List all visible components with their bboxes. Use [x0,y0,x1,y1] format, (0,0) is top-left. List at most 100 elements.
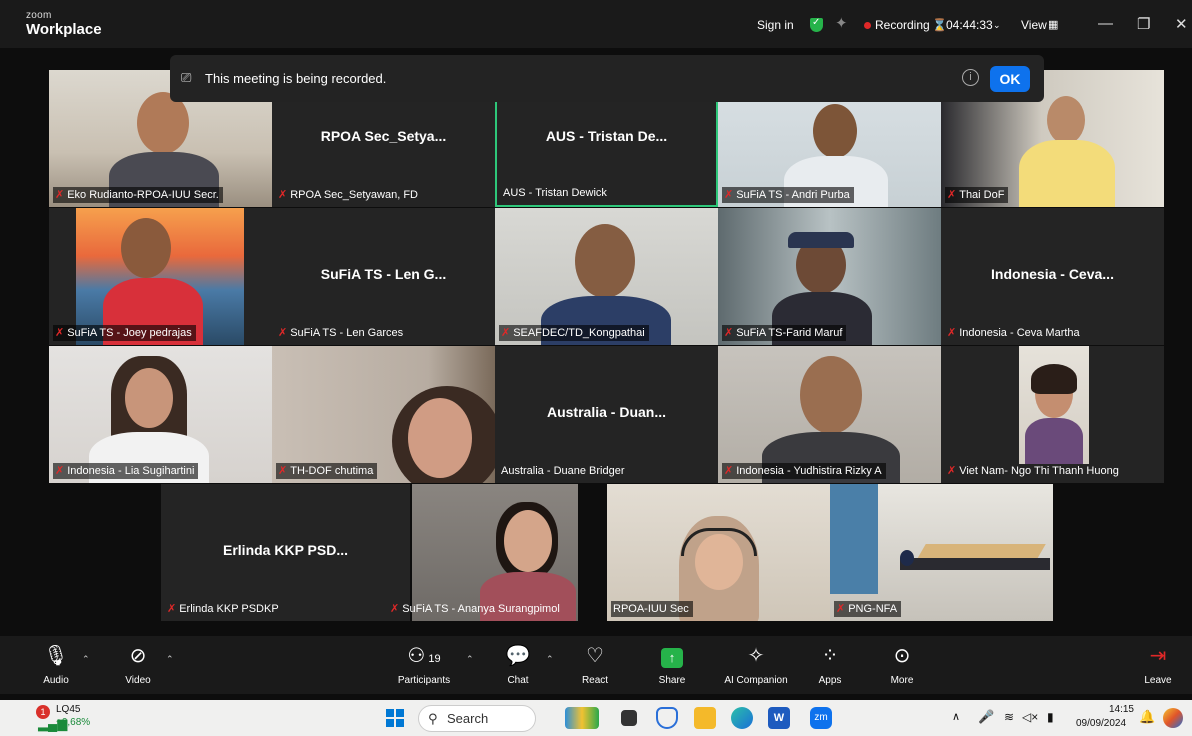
copilot-icon[interactable] [1163,708,1183,728]
leave-door-icon: ⇥ [1149,645,1167,667]
participant-name: Australia - Duane Bridger [501,465,625,477]
apps-button[interactable]: ⁘ Apps [790,642,870,686]
ai-sparkle-icon[interactable]: ✦ [835,14,848,32]
participant-name: ✗ SEAFDEC/TD_Kongpathai [499,325,649,341]
taskbar-search[interactable]: ⚲ Search [418,705,536,732]
widgets-icon[interactable] [565,707,599,729]
edge-browser-icon[interactable] [731,707,753,729]
video-tile[interactable]: ✗ PNG-NFA [830,484,1053,621]
video-tile[interactable]: ✗ SuFiA TS-Farid Maruf [718,208,941,345]
view-button[interactable]: View [1021,18,1047,32]
recording-notice-banner: ⎚ This meeting is being recorded. i OK [170,55,1044,102]
video-tile[interactable]: Erlinda KKP PSD... ✗ Erlinda KKP PSDKP [161,484,410,621]
participant-display-name: Indonesia - Ceva... [991,266,1114,282]
windows-start-icon[interactable] [386,709,404,727]
mic-muted-icon: ✗ [947,327,957,339]
video-tile[interactable]: Australia - Duan... Australia - Duane Br… [495,346,718,483]
tray-mic-icon[interactable]: 🎤 [978,709,994,725]
mic-muted-icon: ✗ [947,465,957,477]
participant-name: AUS - Tristan Dewick [503,187,607,199]
participant-name: ✗ SuFiA TS-Farid Maruf [722,325,847,341]
restore-icon[interactable]: ❐ [1137,15,1150,33]
grid-view-icon[interactable]: ▦ [1048,18,1058,31]
participants-button[interactable]: ⚇ 19 Participants [384,642,464,686]
mic-muted-icon: ✗ [390,603,400,615]
security-app-icon[interactable] [656,707,678,729]
leave-button[interactable]: ⇥ Leave [1124,642,1192,686]
participant-name: ✗ RPOA Sec_Setyawan, FD [278,189,418,201]
app-logo: zoom Workplace [26,11,102,38]
file-explorer-icon[interactable] [694,707,716,729]
stock-widget-change[interactable]: +0,68% [56,717,90,728]
share-button[interactable]: ↑ Share [632,642,712,686]
ai-companion-button[interactable]: ✧ AI Companion [716,642,796,686]
participant-name: ✗ Eko Rudianto-RPOA-IUU Secr. [53,187,223,203]
word-app-icon[interactable]: W [768,707,790,729]
more-icon: ⊙ [893,645,911,667]
task-view-icon[interactable] [621,710,637,726]
notification-bell-icon[interactable]: 🔔 [1139,709,1155,725]
mic-muted-icon: ✗ [55,327,65,339]
sign-in-button[interactable]: Sign in [757,18,794,32]
react-button[interactable]: ♡ React [555,642,635,686]
video-options-chevron-icon[interactable]: ⌃ [166,654,174,665]
mic-muted-icon: ✗ [724,465,734,477]
participant-name: ✗ Viet Nam- Ngo Thi Thanh Huong [947,465,1119,477]
zoom-app-icon[interactable]: zm [810,707,832,729]
brand-big: Workplace [26,21,102,38]
search-icon: ⚲ [428,711,438,726]
recording-status[interactable]: Recording [875,18,930,32]
video-tile[interactable]: ✗ SuFiA TS - Joey pedrajas [49,208,272,345]
participant-name: ✗ SuFiA TS - Ananya Surangpimol [390,603,560,615]
participant-display-name: Australia - Duan... [546,404,667,420]
video-tile[interactable]: ✗ SEAFDEC/TD_Kongpathai [495,208,718,345]
participants-options-chevron-icon[interactable]: ⌃ [466,654,474,665]
tray-chevron-icon[interactable]: ∧ [952,710,960,723]
participants-icon: ⚇ 19 [407,645,441,667]
video-tile[interactable]: ✗ TH-DOF chutima [272,346,495,483]
video-tile[interactable]: SuFiA TS - Len G... ✗ SuFiA TS - Len Garc… [272,208,495,345]
participant-display-name: SuFiA TS - Len G... [320,266,447,282]
recording-camera-icon: ⎚ [181,70,192,85]
chat-options-chevron-icon[interactable]: ⌃ [546,654,554,665]
participant-name: ✗ Indonesia - Ceva Martha [947,327,1080,339]
close-icon[interactable]: ✕ [1175,15,1188,33]
minimize-icon[interactable]: — [1098,15,1113,32]
encryption-shield-icon[interactable] [810,17,823,32]
video-tile[interactable]: RPOA-IUU Sec [607,484,830,621]
battery-icon[interactable]: ▮ [1047,710,1054,724]
stock-widget-name[interactable]: LQ45 [56,704,80,715]
meeting-timer[interactable]: 04:44:33 [946,18,993,32]
audio-options-chevron-icon[interactable]: ⌃ [82,654,90,665]
volume-icon[interactable]: ◁× [1022,710,1038,724]
participant-name: ✗ Indonesia - Yudhistira Rizky A [722,463,886,479]
wifi-icon[interactable]: ≋ [1004,710,1014,724]
timer-chevron-icon[interactable]: ⌄ [993,20,1001,31]
mic-muted-icon: ✗ [278,465,288,477]
share-screen-icon: ↑ [661,648,683,668]
ai-companion-icon: ✧ [747,645,765,667]
video-tile[interactable]: Indonesia - Ceva... ✗ Indonesia - Ceva Ma… [941,208,1164,345]
mic-muted-icon: ✗ [947,189,957,201]
mic-muted-icon: ✗ [724,189,734,201]
ok-button[interactable]: OK [990,66,1030,92]
clock-date[interactable]: 09/09/2024 [1076,718,1126,729]
meeting-toolbar: 🎙 Audio ⌃ ⊘ Video ⌃ ⚇ 19 Participants ⌃ 💬… [0,636,1192,694]
heart-icon: ♡ [586,645,604,667]
clock-time[interactable]: 14:15 [1094,704,1134,715]
participant-name: RPOA-IUU Sec [611,601,693,617]
participant-name: ✗ Erlinda KKP PSDKP [167,603,279,615]
video-tile[interactable]: ✗ Indonesia - Lia Sugihartini [49,346,272,483]
video-tile[interactable]: ✗ SuFiA TS - Ananya Surangpimol [384,484,607,621]
mic-muted-icon: ✗ [501,327,511,339]
video-tile[interactable]: ✗ Viet Nam- Ngo Thi Thanh Huong [941,346,1164,483]
windows-taskbar: 1 ▂▄▆ LQ45 +0,68% ⚲ Search W zm ∧ 🎤 ≋ ◁×… [0,700,1192,736]
participant-name: ✗ SuFiA TS - Joey pedrajas [53,325,196,341]
video-tile[interactable]: ✗ Indonesia - Yudhistira Rizky A [718,346,941,483]
participant-display-name: RPOA Sec_Setya... [320,128,447,144]
more-button[interactable]: ⊙ More [862,642,942,686]
hourglass-icon: ⌛ [932,18,947,32]
participant-display-name: AUS - Tristan De... [545,128,668,144]
info-icon[interactable]: i [962,69,979,86]
recording-dot-icon [864,22,871,29]
